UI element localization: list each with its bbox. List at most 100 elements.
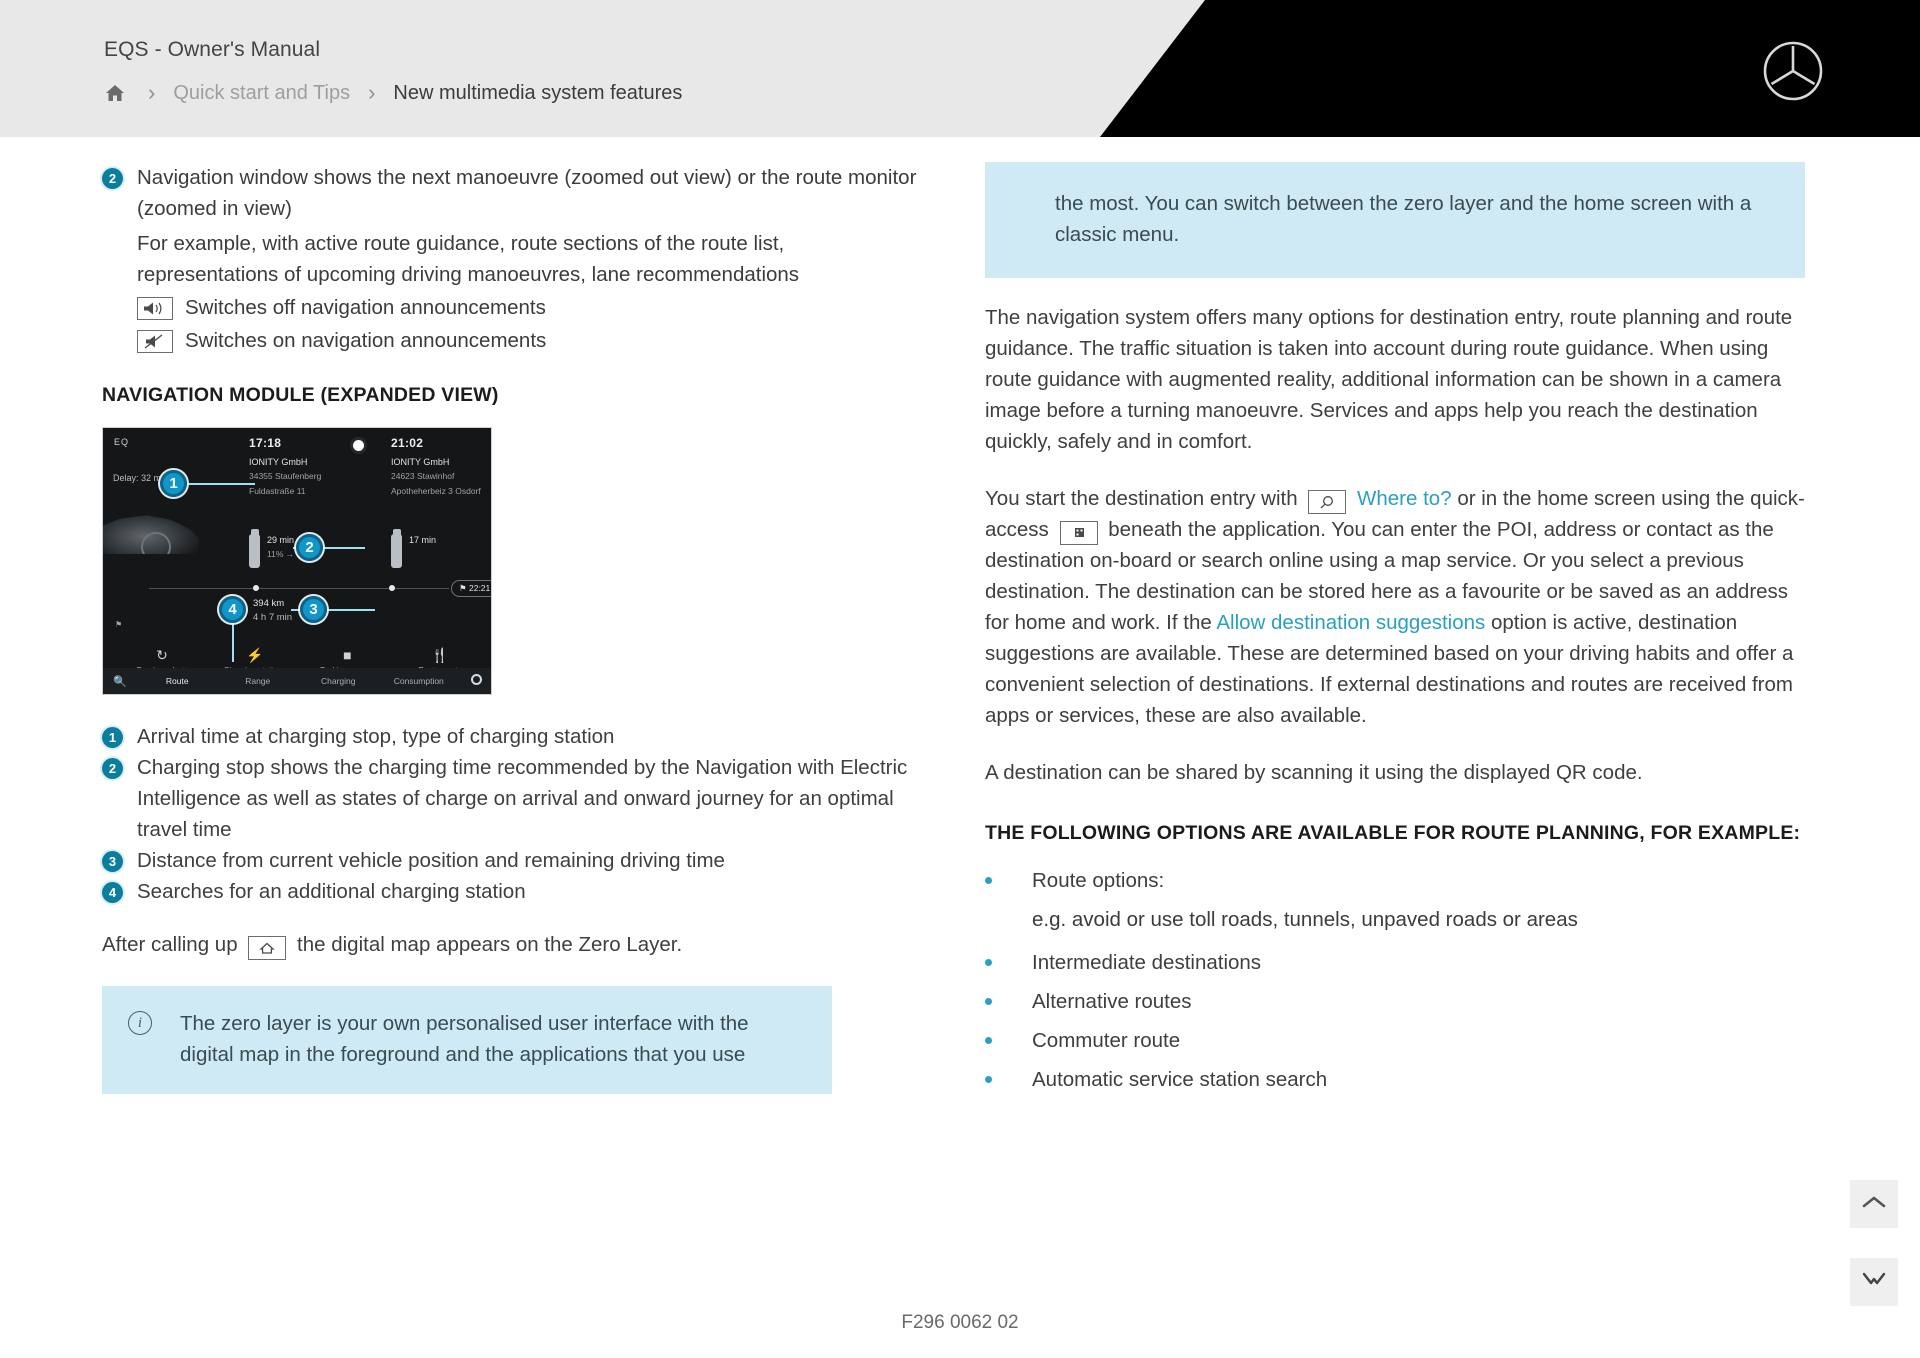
allow-destination-suggestions-link[interactable]: Allow destination suggestions xyxy=(1216,611,1485,634)
route-waypoint-2 xyxy=(389,585,395,591)
footer-document-id: F296 0062 02 xyxy=(901,1312,1019,1333)
tab-route[interactable]: Route xyxy=(137,676,218,686)
stop2-address-1: 24623 Stawinhof xyxy=(391,471,455,481)
legend-item: 4 Searches for an additional charging st… xyxy=(102,876,922,907)
info-box-continuation-text: the most. You can switch between the zer… xyxy=(1055,192,1752,246)
destination-entry-part-1: You start the destination entry with xyxy=(985,487,1298,510)
legend-number-badge: 4 xyxy=(102,882,123,903)
legend-text: Searches for an additional charging stat… xyxy=(137,880,526,903)
callout-leader-1 xyxy=(185,483,255,485)
charging-plug-icon-2 xyxy=(391,529,402,568)
quick-access-icon xyxy=(1059,521,1098,545)
where-to-link[interactable]: Where to? xyxy=(1357,487,1452,510)
page-header: EQS - Owner's Manual › Quick start and T… xyxy=(0,0,1920,137)
collapse-button[interactable] xyxy=(1850,1258,1898,1306)
tab-consumption[interactable]: Consumption xyxy=(379,676,460,686)
restaurant-icon: 🍴 xyxy=(431,647,449,663)
mercedes-benz-star-icon xyxy=(1762,40,1824,102)
parking-icon: ■ xyxy=(343,647,352,663)
breadcrumb-level-2[interactable]: New multimedia system features xyxy=(393,82,682,105)
history-icon: ↻ xyxy=(156,647,168,663)
destination-flag-icon: ⚑ xyxy=(115,620,123,629)
tab-charging[interactable]: Charging xyxy=(298,676,379,686)
charging-station-icon: ⚡ xyxy=(245,647,264,663)
bullet-text: Route options: xyxy=(1032,869,1165,892)
legend-number-badge: 3 xyxy=(102,851,123,872)
legend-text: Charging stop shows the charging time re… xyxy=(137,756,908,841)
navigation-module-screenshot: EQ Delay: 32 min 17:18 IONITY GmbH 34355… xyxy=(102,427,492,695)
bullet-dot-icon xyxy=(985,1037,992,1044)
icon-row-speaker-on: Switches off navigation announcements xyxy=(137,292,922,323)
tab-range[interactable]: Range xyxy=(218,676,299,686)
callout-number-badge: 2 xyxy=(102,168,123,189)
chevron-collapse-icon xyxy=(1861,1271,1887,1294)
callout-bubble-3: 3 xyxy=(300,596,327,623)
list-item: Intermediate destinations xyxy=(985,947,1805,978)
section-heading-navigation-module: NAVIGATION MODULE (EXPANDED VIEW) xyxy=(102,384,499,406)
legend-item: 2 Charging stop shows the charging time … xyxy=(102,752,922,845)
home-map-icon xyxy=(248,936,287,960)
destination-entry-paragraph: You start the destination entry with Whe… xyxy=(985,483,1805,731)
callout-bubble-2: 2 xyxy=(296,534,323,561)
stop1-address-2: Fuldastraße 11 xyxy=(249,486,306,496)
info-box-zero-layer: i The zero layer is your own personalise… xyxy=(102,986,832,1094)
total-duration: 4 h 7 min xyxy=(253,612,293,623)
legend-list: 1 Arrival time at charging stop, type of… xyxy=(102,721,922,907)
navigation-system-paragraph: The navigation system offers many option… xyxy=(985,306,1793,453)
magnifier-icon xyxy=(1308,490,1347,514)
search-icon[interactable]: 🔍 xyxy=(103,675,137,688)
legend-text: Distance from current vehicle position a… xyxy=(137,849,725,872)
legend-item: 3 Distance from current vehicle position… xyxy=(102,845,922,876)
legend-number-badge: 1 xyxy=(102,727,123,748)
after-calling-up-paragraph: After calling up the digital map appears… xyxy=(102,929,922,960)
home-icon[interactable] xyxy=(100,80,130,106)
stop2-charge-time: 17 min xyxy=(409,535,437,545)
bullet-text: Alternative routes xyxy=(1032,990,1192,1013)
qr-code-paragraph: A destination can be shared by scanning … xyxy=(985,761,1643,784)
stop1-address-1: 34355 Staufenberg xyxy=(249,471,322,481)
left-column: 2 Navigation window shows the next manoe… xyxy=(102,162,922,1094)
info-box-continuation: the most. You can switch between the zer… xyxy=(985,162,1805,278)
scroll-to-top-button[interactable] xyxy=(1850,1180,1898,1228)
list-item: Automatic service station search xyxy=(985,1064,1805,1095)
legend-number-badge: 2 xyxy=(102,758,123,779)
total-distance: 394 km xyxy=(253,598,285,609)
callout-bubble-4: 4 xyxy=(219,596,246,623)
after-calling-after: the digital map appears on the Zero Laye… xyxy=(297,933,683,956)
list-item: Alternative routes xyxy=(985,986,1805,1017)
info-box-text: The zero layer is your own personalised … xyxy=(180,1012,749,1066)
bullet-text: Commuter route xyxy=(1032,1029,1181,1052)
callout-text: Navigation window shows the next manoeuv… xyxy=(137,166,917,220)
bullet-text: Automatic service station search xyxy=(1032,1068,1328,1091)
breadcrumb-level-1[interactable]: Quick start and Tips xyxy=(173,82,350,105)
route-progress-line xyxy=(149,585,449,591)
breadcrumb: › Quick start and Tips › New multimedia … xyxy=(100,80,682,106)
legend-text: Arrival time at charging stop, type of c… xyxy=(137,725,615,748)
callout-subtext: For example, with active route guidance,… xyxy=(137,232,800,286)
list-item: Route options: xyxy=(985,865,1805,896)
circle-icon[interactable] xyxy=(459,672,491,690)
charging-plug-icon-1 xyxy=(249,529,260,568)
speaker-on-label: Switches off navigation announcements xyxy=(185,296,546,319)
info-icon: i xyxy=(128,1011,152,1035)
stop2-name: IONITY GmbH xyxy=(391,457,450,467)
breadcrumb-separator-2: › xyxy=(368,80,376,105)
screenshot-tab-bar: 🔍 Route Range Charging Consumption xyxy=(103,668,491,694)
charging-stop-2: 21:02 IONITY GmbH 24623 Stawinhof Apothe… xyxy=(391,436,491,497)
bullet-dot-icon xyxy=(985,1076,992,1083)
chevron-up-icon xyxy=(1861,1194,1887,1215)
bullet-dot-icon xyxy=(985,998,992,1005)
route-waypoint-1 xyxy=(253,585,259,591)
bullet-subtext: e.g. avoid or use toll roads, tunnels, u… xyxy=(1032,908,1578,931)
manual-title: EQS - Owner's Manual xyxy=(104,38,321,61)
bullet-text: Intermediate destinations xyxy=(1032,951,1262,974)
callout-bubble-1: 1 xyxy=(160,470,187,497)
vehicle-illustration xyxy=(103,515,199,554)
stop1-charge-time: 29 min xyxy=(267,535,295,545)
page-body: 2 Navigation window shows the next manoe… xyxy=(0,137,1920,1358)
list-item: Commuter route xyxy=(985,1025,1805,1056)
speaker-muted-label: Switches on navigation announcements xyxy=(185,329,547,352)
route-planning-options-list: Route options: e.g. avoid or use toll ro… xyxy=(985,865,1805,1095)
breadcrumb-separator-1: › xyxy=(148,80,156,105)
speaker-muted-icon xyxy=(137,330,173,353)
